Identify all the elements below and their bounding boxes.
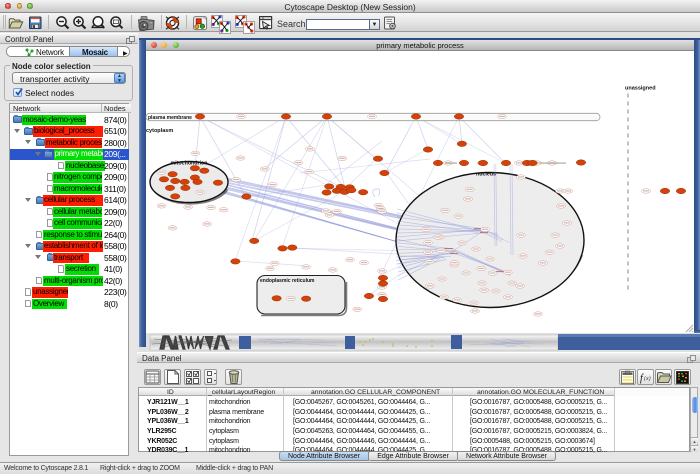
svg-text:mitochondrion: mitochondrion	[170, 161, 207, 167]
svg-text:(x): (x)	[644, 375, 651, 382]
svg-text:plasma membrane: plasma membrane	[148, 115, 192, 121]
svg-text:unassigned: unassigned	[625, 86, 656, 92]
svg-text:endoplasmic reticulum: endoplasmic reticulum	[260, 278, 315, 284]
svg-text:nucleus: nucleus	[476, 172, 496, 178]
svg-text:cytoplasm: cytoplasm	[146, 128, 173, 134]
